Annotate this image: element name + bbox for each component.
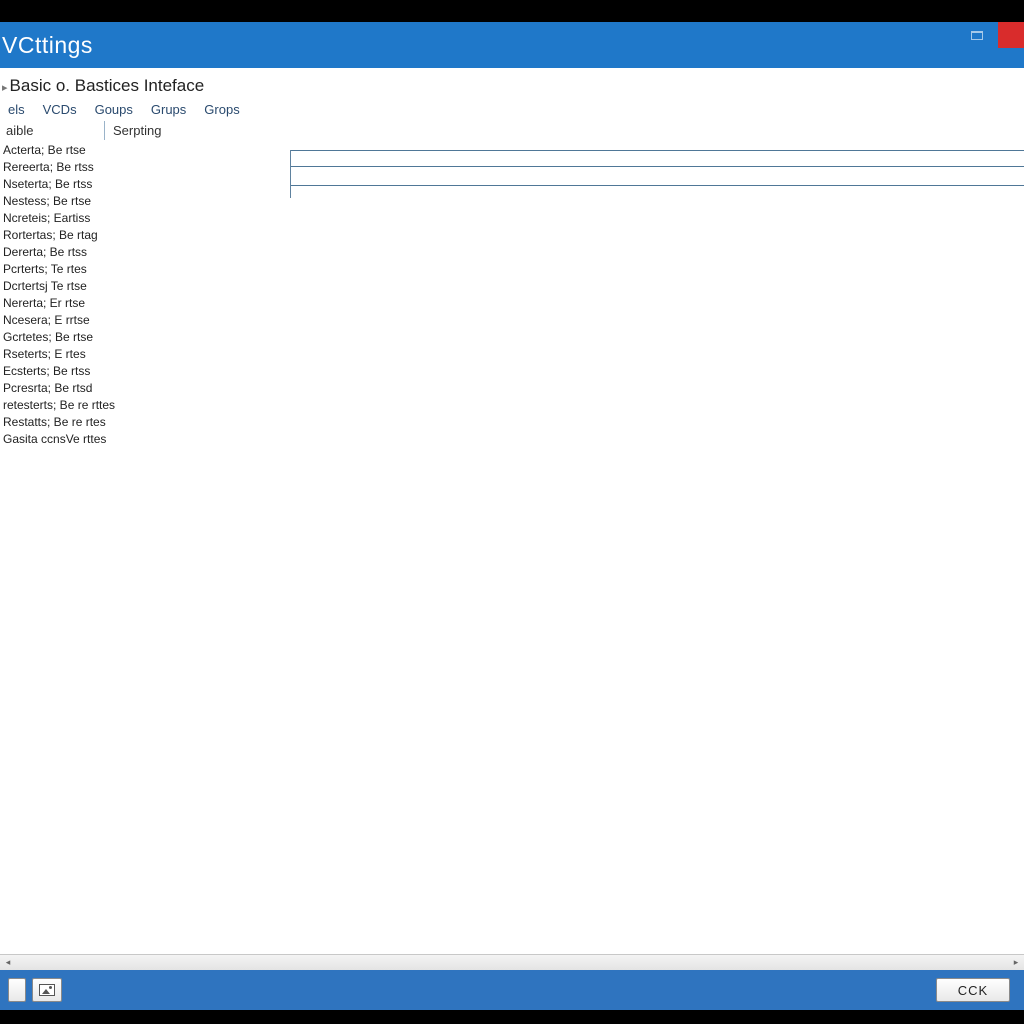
list-item[interactable]: Rortertas; Be rtag: [3, 227, 120, 244]
outer-top-border: [0, 0, 1024, 22]
tab-els[interactable]: els: [8, 102, 25, 117]
body-area: Acterta; Be rtse Rereerta; Be rtss Nsete…: [0, 140, 1024, 954]
list-item[interactable]: Nseterta; Be rtss: [3, 176, 120, 193]
app-window: VCttings ▸ Basic o. Bastices Inteface el…: [0, 22, 1024, 1010]
main-pane: [120, 142, 1024, 954]
restore-button[interactable]: [962, 22, 992, 48]
list-item[interactable]: Pcresrta; Be rtsd: [3, 380, 120, 397]
tab-grups[interactable]: Grups: [151, 102, 186, 117]
footer-bar: CCK: [0, 970, 1024, 1010]
title-bar: VCttings: [0, 22, 1024, 68]
divider: [291, 150, 1024, 151]
scroll-right-icon[interactable]: ▸: [1008, 956, 1024, 970]
list-item[interactable]: Nestess; Be rtse: [3, 193, 120, 210]
scroll-left-icon[interactable]: ◂: [0, 956, 16, 970]
list-item[interactable]: retesterts; Be re rttes: [3, 397, 120, 414]
list-item[interactable]: Rseterts; E rtes: [3, 346, 120, 363]
tab-goups[interactable]: Goups: [95, 102, 133, 117]
list-item[interactable]: Dererta; Be rtss: [3, 244, 120, 261]
list-item[interactable]: Gasita ccnsVe rttes: [3, 431, 120, 448]
list-item[interactable]: Nererta; Er rtse: [3, 295, 120, 312]
ok-button-label: CCK: [958, 983, 988, 998]
window-title: VCttings: [2, 32, 93, 59]
list-item[interactable]: Restatts; Be re rtes: [3, 414, 120, 431]
page-title-text: Basic o. Bastices Inteface: [10, 76, 205, 96]
header: ▸ Basic o. Bastices Inteface els VCDs Go…: [0, 68, 1024, 140]
restore-icon: [971, 31, 983, 40]
image-icon: [39, 984, 55, 996]
list-item[interactable]: Pcrterts; Te rtes: [3, 261, 120, 278]
list-item[interactable]: Ecsterts; Be rtss: [3, 363, 120, 380]
tab-grops[interactable]: Grops: [204, 102, 239, 117]
list-item[interactable]: Dcrtertsj Te rtse: [3, 278, 120, 295]
page-title: ▸ Basic o. Bastices Inteface: [2, 76, 1018, 96]
sidebar-list: Acterta; Be rtse Rereerta; Be rtss Nsete…: [0, 142, 120, 954]
footer-image-button[interactable]: [32, 978, 62, 1002]
tab-strip: els VCDs Goups Grups Grops: [2, 102, 1018, 121]
close-button[interactable]: [998, 22, 1024, 48]
ok-button[interactable]: CCK: [936, 978, 1010, 1002]
subrow-right-label: Serpting: [104, 121, 169, 140]
list-item[interactable]: Ncesera; E rrtse: [3, 312, 120, 329]
divider: [291, 185, 1024, 186]
horizontal-scrollbar[interactable]: ◂ ▸: [0, 954, 1024, 970]
tab-vcds[interactable]: VCDs: [43, 102, 77, 117]
sub-header-row: aible Serpting: [2, 121, 1018, 140]
chevron-right-icon: ▸: [2, 81, 8, 94]
list-item[interactable]: Ncreteis; Eartiss: [3, 210, 120, 227]
list-item[interactable]: Acterta; Be rtse: [3, 142, 120, 159]
subrow-left-label: aible: [4, 123, 104, 138]
divider: [291, 166, 1024, 167]
window-controls: [962, 22, 1024, 48]
footer-button-1[interactable]: [8, 978, 26, 1002]
grid-rules: [290, 150, 1024, 198]
list-item[interactable]: Rereerta; Be rtss: [3, 159, 120, 176]
outer-bottom-border: [0, 1010, 1024, 1024]
list-item[interactable]: Gcrtetes; Be rtse: [3, 329, 120, 346]
